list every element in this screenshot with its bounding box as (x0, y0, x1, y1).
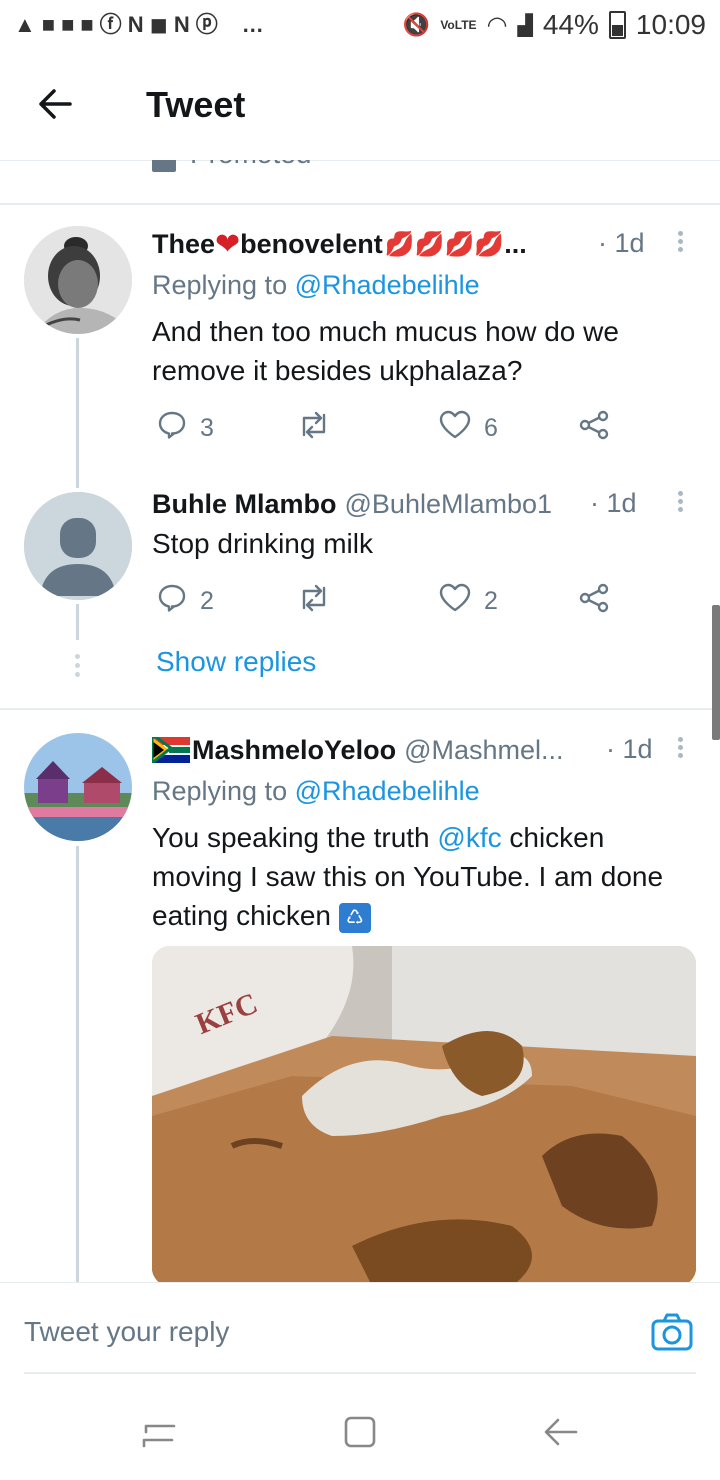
tweet-time: · 1d (598, 228, 645, 258)
author-name[interactable]: Thee (152, 229, 215, 260)
mention-link[interactable]: @kfc (437, 822, 501, 853)
avatar[interactable] (24, 226, 132, 334)
volte-label: VoLTE (440, 18, 477, 32)
tweet-actions: 3 6 (152, 408, 632, 448)
n-icon: N (173, 12, 190, 37)
reply-input-underline (24, 1372, 696, 1374)
more-options-icon[interactable] (670, 488, 690, 518)
heart-icon (438, 409, 472, 448)
reply-count: 3 (200, 413, 214, 442)
thread-line (76, 846, 79, 1286)
replying-to-handle[interactable]: @Rhadebelihle (295, 776, 480, 806)
n-icon: N (127, 12, 144, 37)
like-count: 2 (484, 586, 498, 615)
south-africa-flag-icon (150, 735, 190, 767)
thread-dots (74, 650, 80, 681)
replying-to-handle[interactable]: @Rhadebelihle (295, 270, 480, 300)
author-name[interactable]: MashmeloYeloo (192, 735, 396, 766)
heart-icon (438, 582, 472, 621)
promoted-label: Promoted (190, 160, 311, 170)
lips-emoji-icon: 💋💋💋💋 (384, 230, 505, 258)
author-name-continued[interactable]: benovelent (240, 229, 383, 260)
more-notifications-icon: … (241, 12, 264, 37)
promoted-icon (152, 160, 176, 172)
share-icon (578, 409, 610, 448)
replying-to-label: Replying to (152, 776, 288, 806)
retweet-button[interactable] (296, 581, 332, 621)
scrollbar[interactable] (712, 605, 720, 740)
author-handle[interactable]: @Mashmel... (404, 735, 563, 766)
replying-to-label: Replying to (152, 270, 288, 300)
reply-input[interactable]: Tweet your reply (24, 1316, 229, 1348)
tweet-author-row: MashmeloYeloo @Mashmel... (150, 732, 564, 768)
share-button[interactable] (578, 408, 610, 448)
reply-button[interactable]: 3 (156, 408, 214, 448)
wifi-icon: ◠ (486, 11, 508, 39)
system-nav-bar (0, 1376, 720, 1480)
tweet-media-image[interactable]: KFC (152, 946, 696, 1286)
litter-bin-emoji-icon: ♺ (338, 902, 371, 933)
retweet-icon (296, 409, 332, 448)
tweet-text: You speaking the truth @kfc chicken movi… (152, 818, 682, 935)
more-options-icon[interactable] (670, 228, 690, 258)
system-icons: 🔇 VoLTE ◠ ▟ 44% 10:09 (403, 8, 706, 42)
like-button[interactable]: 2 (438, 581, 498, 621)
divider (0, 203, 720, 205)
retweet-button[interactable] (296, 408, 332, 448)
back-nav-icon[interactable] (542, 1414, 580, 1455)
top-app-bar (0, 50, 720, 161)
pinterest-icon: ⓟ (195, 12, 218, 37)
clock: 10:09 (635, 9, 706, 40)
status-bar: ▲ ■ ■ ■ ⓕ N ◼ N ⓟ … 🔇 VoLTE ◠ ▟ 44% 10:0… (0, 0, 720, 50)
signal-icon: ▟ (517, 14, 533, 37)
notification-icons: ▲ ■ ■ ■ ⓕ N ◼ N ⓟ … (14, 8, 264, 42)
recent-apps-icon[interactable] (140, 1414, 178, 1457)
tweet-time: · 1d (606, 734, 653, 764)
back-arrow-icon[interactable] (34, 82, 78, 126)
retweet-icon (296, 582, 332, 621)
like-count: 6 (484, 413, 498, 442)
tweet-text: Stop drinking milk (152, 528, 373, 559)
name-ellipsis: ... (504, 228, 527, 259)
reply-count: 2 (200, 586, 214, 615)
tweet-text-part: You speaking the truth (152, 822, 438, 853)
replying-to: Replying to @Rhadebelihle (152, 776, 480, 807)
divider (0, 708, 720, 710)
camera-icon[interactable] (650, 1312, 694, 1352)
thread-line (76, 338, 79, 488)
thread-line (76, 604, 79, 640)
mail-icon: ◼ (149, 12, 168, 37)
tweet-author-row: Thee ❤ benovelent 💋💋💋💋 ... (152, 226, 527, 262)
like-button[interactable]: 6 (438, 408, 498, 448)
author-name[interactable]: Buhle Mlambo (152, 489, 337, 520)
avatar[interactable] (24, 733, 132, 841)
default-avatar[interactable] (24, 492, 132, 600)
message-icon: ■ (80, 12, 94, 37)
home-icon[interactable] (342, 1414, 378, 1455)
facebook-icon: ⓕ (99, 12, 122, 37)
author-handle[interactable]: @BuhleMlambo1 (345, 489, 553, 520)
message-icon: ■ (61, 12, 75, 37)
tweet-actions: 2 2 (152, 581, 632, 621)
promoted-row: Promoted (0, 160, 720, 204)
heart-emoji-icon: ❤ (215, 227, 241, 261)
battery-percent: 44% (542, 9, 599, 40)
reply-icon (156, 582, 188, 621)
message-icon: ■ (41, 12, 56, 37)
tweet-author-row: Buhle Mlambo @BuhleMlambo1 (152, 486, 552, 522)
mute-icon: 🔇 (402, 12, 431, 37)
tweet-text: And then too much mucus how do we remove… (152, 316, 619, 386)
more-options-icon[interactable] (670, 734, 690, 764)
show-replies-link[interactable]: Show replies (156, 646, 316, 678)
page-title: Tweet (146, 84, 246, 125)
reply-icon (156, 409, 188, 448)
replying-to: Replying to @Rhadebelihle (152, 270, 480, 301)
tweet-time: · 1d (590, 488, 637, 518)
share-icon (578, 582, 610, 621)
reply-button[interactable]: 2 (156, 581, 214, 621)
warning-icon: ▲ (14, 12, 36, 37)
battery-icon (608, 11, 626, 39)
share-button[interactable] (578, 581, 610, 621)
